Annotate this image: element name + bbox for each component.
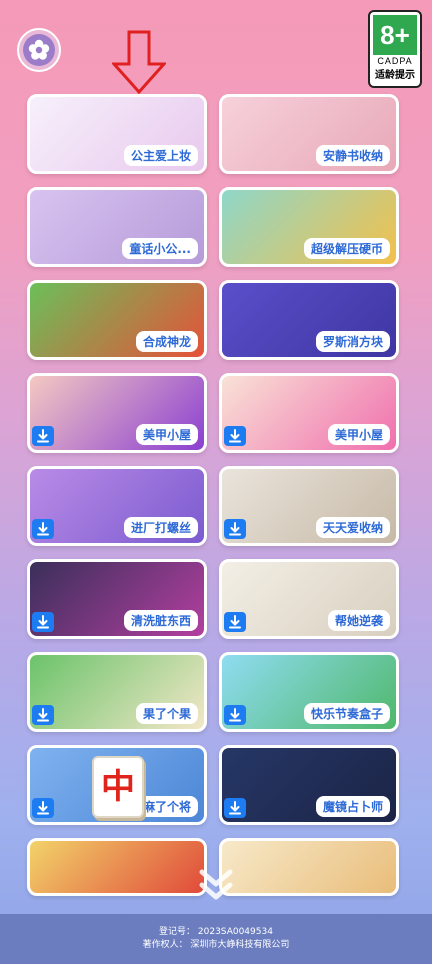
age-rating-badge: 8+ CADPA 适龄提示 (368, 10, 422, 88)
game-card[interactable]: 快乐节奏盒子 (219, 652, 399, 732)
download-icon[interactable] (224, 612, 246, 632)
game-title: 美甲小屋 (135, 424, 198, 445)
download-icon[interactable] (224, 705, 246, 725)
download-icon[interactable] (32, 705, 54, 725)
game-title: 罗斯消方块 (315, 331, 390, 352)
game-title: 魔镜占卜师 (315, 796, 390, 817)
age-rating-org: CADPA (377, 56, 413, 66)
game-card[interactable]: 天天爱收纳 (219, 466, 399, 546)
game-card[interactable]: 果了个果 (27, 652, 207, 732)
download-icon[interactable] (32, 798, 54, 818)
game-card[interactable]: 进厂打螺丝 (27, 466, 207, 546)
game-title: 天天爱收纳 (315, 517, 390, 538)
game-title: 美甲小屋 (327, 424, 390, 445)
download-icon[interactable] (224, 426, 246, 446)
game-card[interactable]: 罗斯消方块 (219, 280, 399, 360)
game-title: 果了个果 (135, 703, 198, 724)
game-card[interactable]: 安静书收纳 (219, 94, 399, 174)
download-icon[interactable] (32, 426, 54, 446)
download-icon[interactable] (224, 519, 246, 539)
game-title: 帮她逆袭 (327, 610, 390, 631)
game-title: 快乐节奏盒子 (303, 703, 390, 724)
game-card[interactable]: 合成神龙 (27, 280, 207, 360)
game-title: 麻了个将 (135, 796, 198, 817)
footer: 登记号： 2023SA0049534 著作权人： 深圳市大峥科技有限公司 (0, 914, 432, 964)
arrow-down-icon (112, 30, 166, 94)
settings-button[interactable] (17, 28, 61, 72)
game-title: 公主爱上妆 (123, 145, 198, 166)
download-icon[interactable] (224, 798, 246, 818)
game-thumbnail (222, 841, 396, 893)
game-title: 超级解压硬币 (303, 238, 390, 259)
age-rating-tip: 适龄提示 (375, 70, 415, 81)
game-title: 合成神龙 (135, 331, 198, 352)
mahjong-tile: 中 (92, 756, 144, 818)
footer-registration: 登记号： 2023SA0049534 (159, 927, 273, 937)
game-title: 童话小公... (122, 238, 198, 259)
game-card[interactable]: 超级解压硬币 (219, 187, 399, 267)
game-title: 清洗脏东西 (123, 610, 198, 631)
game-card[interactable]: 公主爱上妆 (27, 94, 207, 174)
game-title: 安静书收纳 (315, 145, 390, 166)
game-card[interactable]: 魔镜占卜师 (219, 745, 399, 825)
scroll-down-icon[interactable] (196, 868, 236, 902)
game-card[interactable]: 清洗脏东西 (27, 559, 207, 639)
game-card[interactable]: 帮她逆袭 (219, 559, 399, 639)
game-card[interactable]: 美甲小屋 (27, 373, 207, 453)
download-icon[interactable] (32, 519, 54, 539)
game-thumbnail (30, 841, 204, 893)
game-card[interactable] (219, 838, 399, 896)
game-card[interactable] (27, 838, 207, 896)
download-icon[interactable] (32, 612, 54, 632)
game-card[interactable]: 美甲小屋 (219, 373, 399, 453)
game-card[interactable]: 童话小公... (27, 187, 207, 267)
footer-copyright: 著作权人： 深圳市大峥科技有限公司 (142, 940, 290, 950)
flower-icon (23, 34, 55, 66)
game-title: 进厂打螺丝 (123, 517, 198, 538)
age-rating-value: 8+ (373, 15, 417, 55)
